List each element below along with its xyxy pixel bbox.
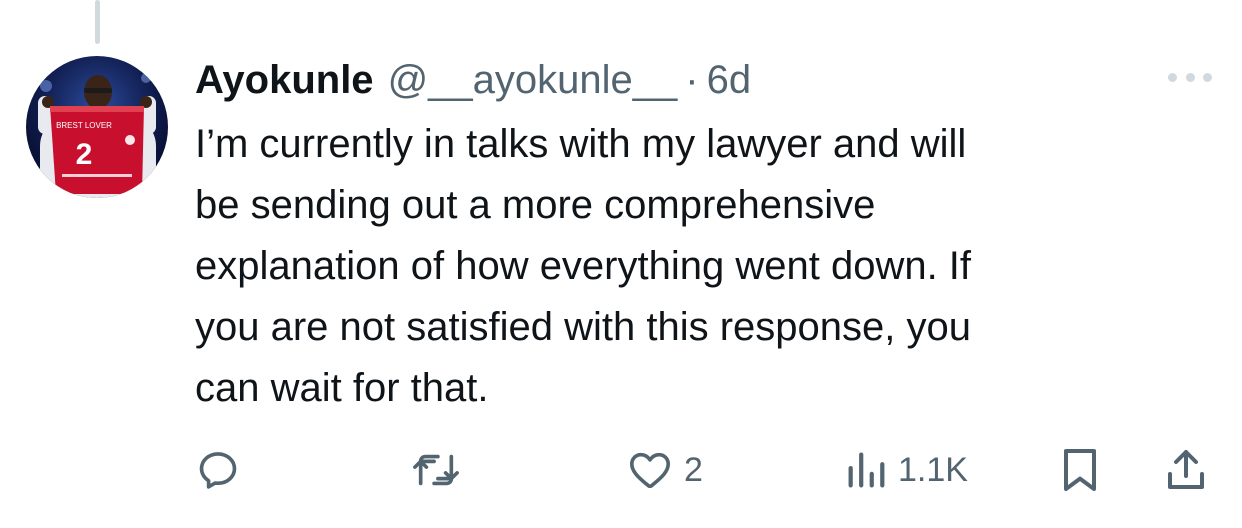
separator: · (685, 57, 699, 102)
bookmark-icon (1064, 449, 1096, 491)
tweet-text-line: can wait for that. (195, 366, 489, 410)
timestamp[interactable]: 6d (707, 58, 752, 103)
tweet-text-line: you are not satisfied with this response… (195, 305, 971, 349)
share-button[interactable] (1164, 442, 1208, 498)
like-button[interactable]: 2 (626, 442, 703, 498)
views-icon (848, 452, 885, 488)
avatar[interactable]: BREST LOVER 2 (26, 56, 168, 198)
avatar-shirt-text: BREST LOVER (56, 121, 112, 130)
bookmark-button[interactable] (1058, 442, 1102, 498)
tweet-text-line: be sending out a more comprehensive (195, 183, 876, 227)
thread-line (95, 0, 100, 44)
author-handle[interactable]: @__ayokunle__ (388, 58, 678, 103)
avatar-image: BREST LOVER 2 (26, 56, 168, 198)
retweet-icon (413, 454, 459, 486)
tweet-text: I’m currently in talks with my lawyer an… (195, 114, 1195, 419)
share-icon (1168, 450, 1204, 489)
author-name[interactable]: Ayokunle (195, 58, 374, 103)
views-button[interactable]: 1.1K (844, 442, 968, 498)
tweet-header: Ayokunle @__ayokunle__ · 6d (195, 52, 751, 108)
reply-button[interactable] (195, 442, 251, 498)
views-count: 1.1K (898, 450, 968, 489)
tweet-text-line: explanation of how everything went down.… (195, 244, 972, 288)
retweet-button[interactable] (410, 442, 472, 498)
tweet-text-line: I’m currently in talks with my lawyer an… (195, 122, 967, 166)
action-bar: 2 1.1K (0, 442, 1242, 498)
like-icon (629, 452, 671, 489)
like-count: 2 (684, 450, 703, 489)
reply-icon (199, 452, 237, 489)
avatar-shirt-number: 2 (76, 138, 93, 171)
more-icon[interactable] (1168, 64, 1212, 90)
